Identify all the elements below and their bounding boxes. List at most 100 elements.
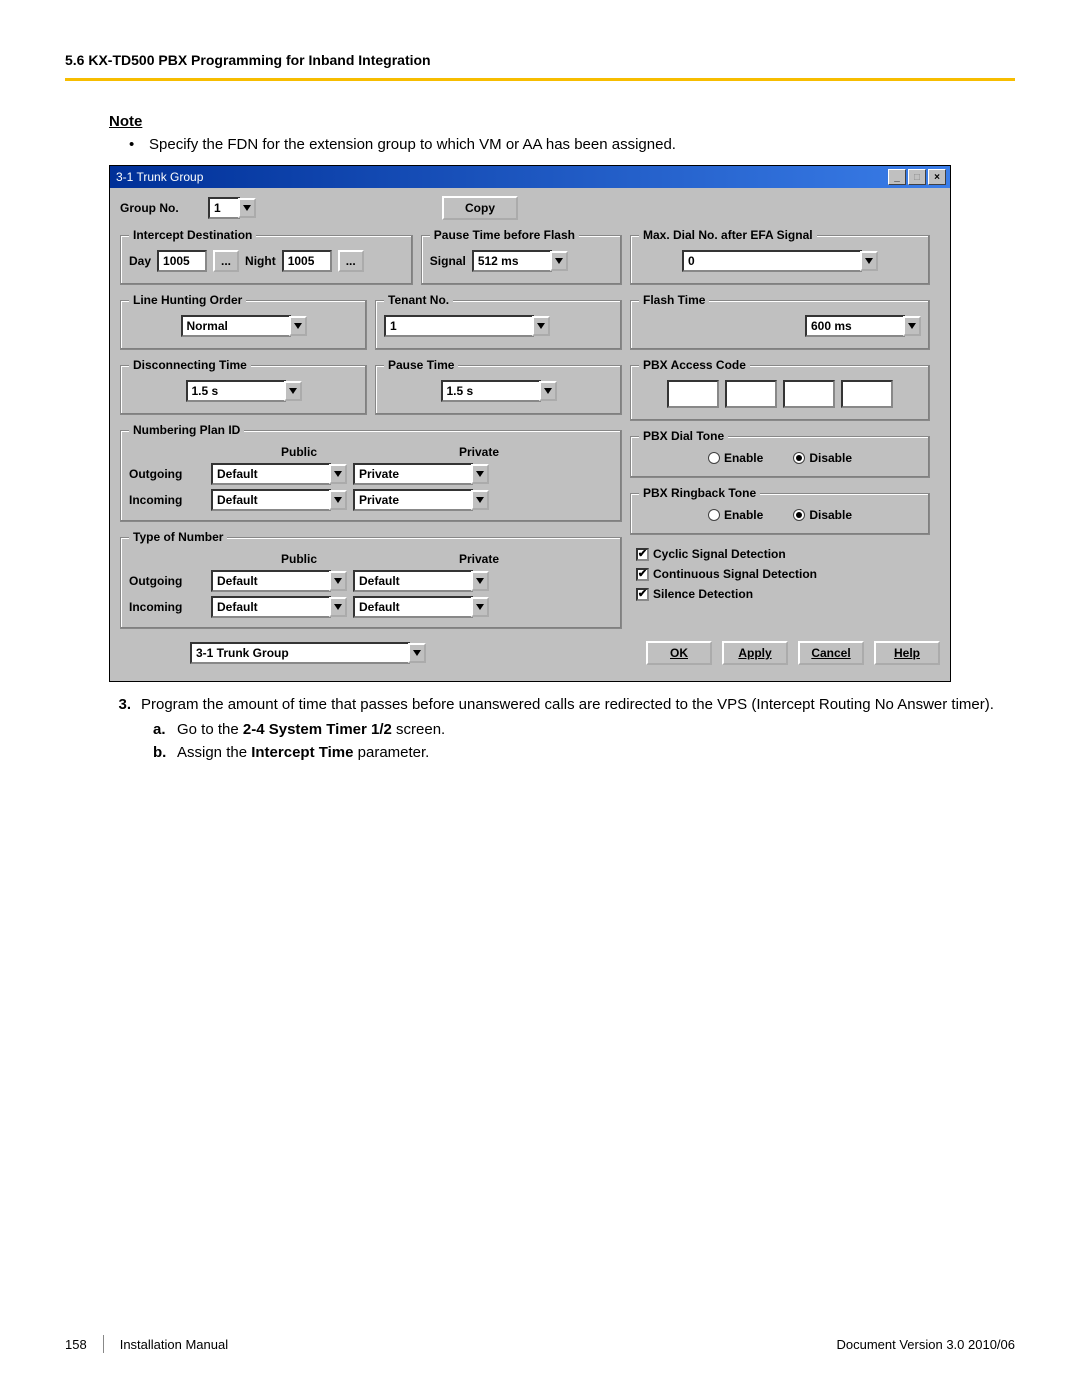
- group-no-label: Group No.: [120, 201, 200, 215]
- maximize-icon[interactable]: □: [908, 169, 926, 185]
- np-in-pub-combo[interactable]: Default: [211, 489, 347, 511]
- pause-time-combo[interactable]: 1.5 s: [441, 380, 557, 402]
- silence-check[interactable]: ✔Silence Detection: [636, 587, 924, 601]
- disc-time-legend: Disconnecting Time: [129, 358, 251, 372]
- chevron-down-icon[interactable]: [238, 198, 256, 218]
- step-3a-id: a.: [153, 721, 177, 738]
- signal-value: 512 ms: [472, 250, 552, 272]
- group-no-combo[interactable]: 1: [208, 197, 256, 219]
- tenant-combo[interactable]: 1: [384, 315, 550, 337]
- step-3-text: Program the amount of time that passes b…: [141, 696, 994, 713]
- window-title: 3-1 Trunk Group: [114, 170, 886, 184]
- signal-combo[interactable]: 512 ms: [472, 250, 568, 272]
- close-icon[interactable]: ×: [928, 169, 946, 185]
- np-in-pub-value: Default: [211, 489, 331, 511]
- ok-button[interactable]: OK: [646, 641, 712, 665]
- chevron-down-icon[interactable]: [860, 251, 878, 271]
- np-outgoing-label: Outgoing: [129, 467, 205, 481]
- ton-legend: Type of Number: [129, 530, 227, 544]
- np-out-priv-combo[interactable]: Private: [353, 463, 489, 485]
- ton-out-pub-value: Default: [211, 570, 331, 592]
- pbx-access-3[interactable]: [783, 380, 835, 408]
- radio-label: Enable: [724, 508, 763, 522]
- group-no-value: 1: [208, 197, 240, 219]
- intercept-legend: Intercept Destination: [129, 228, 256, 242]
- day-label: Day: [129, 254, 151, 268]
- chevron-down-icon[interactable]: [471, 490, 489, 510]
- apply-button[interactable]: Apply: [722, 641, 788, 665]
- night-label: Night: [245, 254, 276, 268]
- chevron-down-icon[interactable]: [471, 464, 489, 484]
- copy-button[interactable]: Copy: [442, 196, 518, 220]
- bottom-combo-value: 3-1 Trunk Group: [190, 642, 410, 664]
- dial-tone-legend: PBX Dial Tone: [639, 429, 728, 443]
- ton-private-header: Private: [389, 552, 569, 566]
- pbx-access-1[interactable]: [667, 380, 719, 408]
- day-browse-button[interactable]: ...: [213, 250, 239, 272]
- chevron-down-icon[interactable]: [471, 597, 489, 617]
- cancel-button[interactable]: Cancel: [798, 641, 864, 665]
- day-field[interactable]: 1005: [157, 250, 207, 272]
- dial-tone-enable-radio[interactable]: Enable: [708, 451, 763, 465]
- check-label: Cyclic Signal Detection: [653, 547, 786, 561]
- check-label: Continuous Signal Detection: [653, 567, 817, 581]
- ton-public-header: Public: [209, 552, 389, 566]
- disc-time-combo[interactable]: 1.5 s: [186, 380, 302, 402]
- bottom-combo[interactable]: 3-1 Trunk Group: [190, 642, 426, 664]
- page-header: 5.6 KX-TD500 PBX Programming for Inband …: [65, 52, 1015, 81]
- chevron-down-icon[interactable]: [329, 597, 347, 617]
- ton-in-pub-combo[interactable]: Default: [211, 596, 347, 618]
- chevron-down-icon[interactable]: [284, 381, 302, 401]
- max-dial-combo[interactable]: 0: [682, 250, 878, 272]
- ring-tone-disable-radio[interactable]: Disable: [793, 508, 852, 522]
- help-button[interactable]: Help: [874, 641, 940, 665]
- ring-tone-enable-radio[interactable]: Enable: [708, 508, 763, 522]
- note-title: Note: [109, 113, 1015, 130]
- minimize-icon[interactable]: _: [888, 169, 906, 185]
- check-label: Silence Detection: [653, 587, 753, 601]
- np-out-pub-value: Default: [211, 463, 331, 485]
- signal-label: Signal: [430, 254, 466, 268]
- bullet-dot: •: [109, 136, 149, 153]
- tenant-legend: Tenant No.: [384, 293, 453, 307]
- night-browse-button[interactable]: ...: [338, 250, 364, 272]
- line-hunt-combo[interactable]: Normal: [181, 315, 307, 337]
- np-out-pub-combo[interactable]: Default: [211, 463, 347, 485]
- step-3a-text: Go to the 2-4 System Timer 1/2 screen.: [177, 721, 445, 738]
- cyclic-check[interactable]: ✔Cyclic Signal Detection: [636, 547, 924, 561]
- pbx-access-4[interactable]: [841, 380, 893, 408]
- ton-in-priv-value: Default: [353, 596, 473, 618]
- chevron-down-icon[interactable]: [289, 316, 307, 336]
- chevron-down-icon[interactable]: [903, 316, 921, 336]
- step-3b-id: b.: [153, 744, 177, 761]
- chevron-down-icon[interactable]: [329, 571, 347, 591]
- np-private-header: Private: [389, 445, 569, 459]
- night-field[interactable]: 1005: [282, 250, 332, 272]
- chevron-down-icon[interactable]: [329, 490, 347, 510]
- ton-outgoing-label: Outgoing: [129, 574, 205, 588]
- radio-label: Disable: [809, 508, 852, 522]
- chevron-down-icon[interactable]: [550, 251, 568, 271]
- radio-label: Disable: [809, 451, 852, 465]
- ton-incoming-label: Incoming: [129, 600, 205, 614]
- note-bullet-text: Specify the FDN for the extension group …: [149, 136, 676, 153]
- dial-tone-disable-radio[interactable]: Disable: [793, 451, 852, 465]
- ton-out-pub-combo[interactable]: Default: [211, 570, 347, 592]
- max-dial-legend: Max. Dial No. after EFA Signal: [639, 228, 817, 242]
- chevron-down-icon[interactable]: [471, 571, 489, 591]
- np-in-priv-combo[interactable]: Private: [353, 489, 489, 511]
- ton-out-priv-combo[interactable]: Default: [353, 570, 489, 592]
- continuous-check[interactable]: ✔Continuous Signal Detection: [636, 567, 924, 581]
- chevron-down-icon[interactable]: [329, 464, 347, 484]
- chevron-down-icon[interactable]: [539, 381, 557, 401]
- flash-time-combo[interactable]: 600 ms: [805, 315, 921, 337]
- pbx-access-2[interactable]: [725, 380, 777, 408]
- ton-in-priv-combo[interactable]: Default: [353, 596, 489, 618]
- step-3-number: 3.: [109, 696, 141, 713]
- np-legend: Numbering Plan ID: [129, 423, 244, 437]
- trunk-group-window: 3-1 Trunk Group _ □ × Group No. 1 Copy: [109, 165, 951, 682]
- pbx-access-legend: PBX Access Code: [639, 358, 750, 372]
- chevron-down-icon[interactable]: [532, 316, 550, 336]
- chevron-down-icon[interactable]: [408, 643, 426, 663]
- line-hunt-legend: Line Hunting Order: [129, 293, 246, 307]
